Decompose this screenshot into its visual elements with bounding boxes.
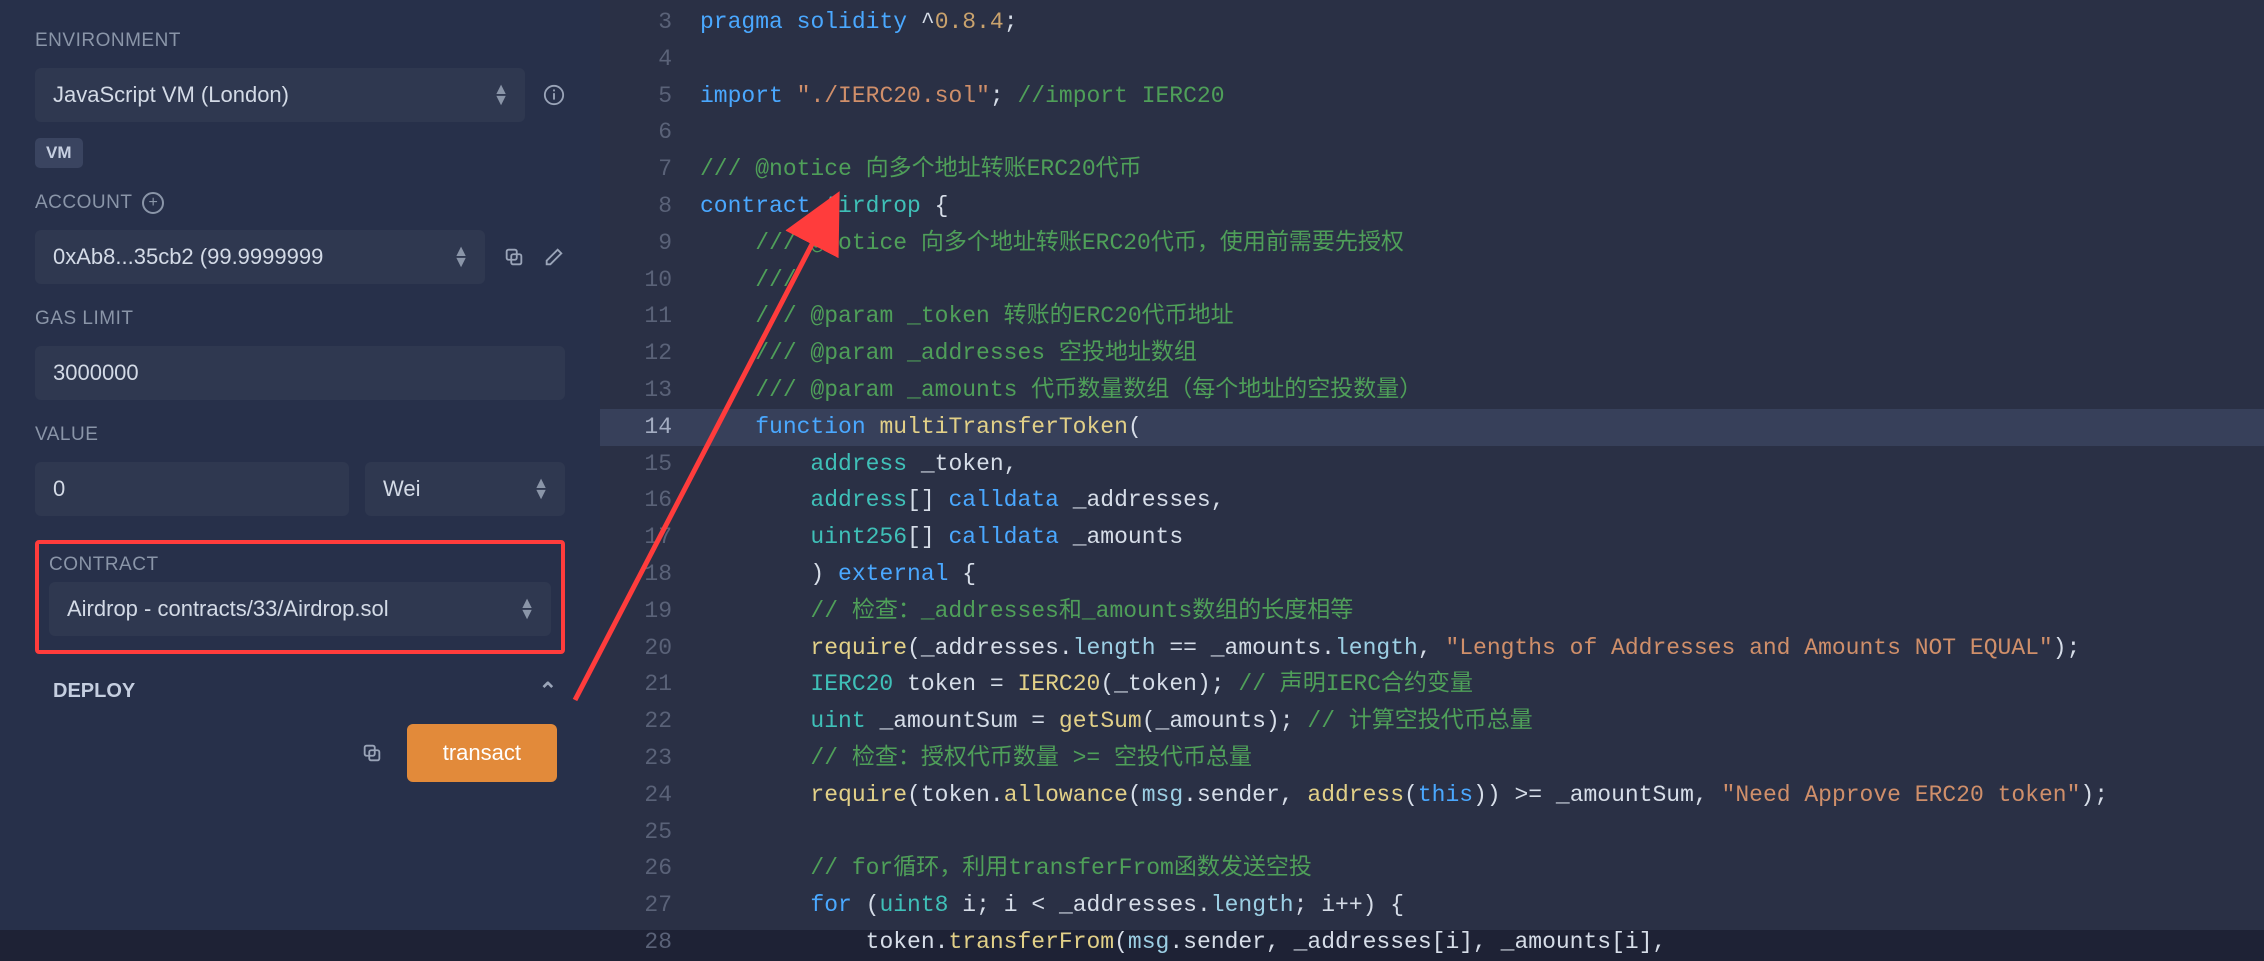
account-value: 0xAb8...35cb2 (99.9999999 bbox=[35, 230, 485, 284]
vm-badge: VM bbox=[35, 138, 83, 168]
value-input[interactable] bbox=[35, 462, 349, 516]
code-editor[interactable]: 3456789101112131415161718192021222324252… bbox=[600, 0, 2264, 930]
chevron-up-icon: ⌃ bbox=[539, 678, 557, 704]
code-content: pragma solidity ^0.8.4; import "./IERC20… bbox=[700, 0, 2108, 930]
value-unit: Wei bbox=[365, 462, 565, 516]
transact-button[interactable]: transact bbox=[407, 724, 557, 782]
contract-value: Airdrop - contracts/33/Airdrop.sol bbox=[49, 582, 551, 636]
copy-icon[interactable] bbox=[503, 246, 525, 268]
environment-select[interactable]: JavaScript VM (London) ▲▼ bbox=[35, 68, 525, 122]
add-account-icon[interactable]: + bbox=[142, 192, 164, 214]
account-label: ACCOUNT + bbox=[35, 192, 565, 214]
contract-label: CONTRACT bbox=[49, 554, 551, 576]
info-icon[interactable] bbox=[543, 84, 565, 106]
environment-value: JavaScript VM (London) bbox=[35, 68, 525, 122]
contract-select[interactable]: Airdrop - contracts/33/Airdrop.sol ▲▼ bbox=[49, 582, 551, 636]
deploy-label: DEPLOY bbox=[53, 680, 135, 703]
edit-icon[interactable] bbox=[543, 246, 565, 268]
account-select[interactable]: 0xAb8...35cb2 (99.9999999 ▲▼ bbox=[35, 230, 485, 284]
deploy-panel: ENVIRONMENT JavaScript VM (London) ▲▼ VM… bbox=[0, 0, 600, 930]
deploy-toggle[interactable]: DEPLOY ⌃ bbox=[35, 664, 565, 704]
line-gutter: 3456789101112131415161718192021222324252… bbox=[600, 0, 700, 930]
contract-highlight-box: CONTRACT Airdrop - contracts/33/Airdrop.… bbox=[35, 540, 565, 654]
environment-label: ENVIRONMENT bbox=[35, 30, 565, 52]
value-label: VALUE bbox=[35, 424, 565, 446]
value-unit-select[interactable]: Wei ▲▼ bbox=[365, 462, 565, 516]
account-label-text: ACCOUNT bbox=[35, 192, 132, 214]
gas-limit-label: GAS LIMIT bbox=[35, 308, 565, 330]
copy-icon[interactable] bbox=[361, 742, 383, 764]
gas-limit-input[interactable] bbox=[35, 346, 565, 400]
